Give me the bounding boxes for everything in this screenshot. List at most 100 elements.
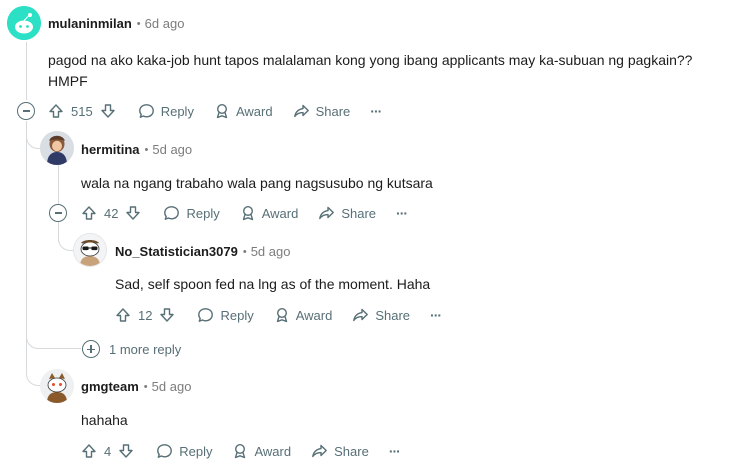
comment-body: pagod na ako kaka-job hunt tapos malalam… <box>48 52 693 89</box>
downvote-icon[interactable] <box>125 205 141 221</box>
share-label: Share <box>375 307 411 323</box>
reply-button[interactable]: Reply <box>197 307 254 323</box>
reply-bubble-icon <box>198 308 214 322</box>
thread-line-root <box>26 121 27 316</box>
reply-button[interactable]: Reply <box>163 205 220 221</box>
share-arrow-icon <box>293 104 309 118</box>
share-arrow-icon <box>353 308 369 322</box>
reply-button[interactable]: Reply <box>138 103 194 119</box>
avatar[interactable] <box>40 369 74 403</box>
downvote-icon[interactable] <box>118 443 134 459</box>
reply-bubble-icon <box>164 206 180 220</box>
award-button[interactable]: Award <box>274 307 333 323</box>
avatar[interactable] <box>7 6 41 40</box>
vote-count: 4 <box>104 443 112 459</box>
thread-elbow <box>26 330 41 386</box>
author-name[interactable]: gmgteam <box>81 379 139 394</box>
collapse-button[interactable] <box>49 204 67 222</box>
thread-elbow <box>26 130 41 149</box>
timestamp[interactable]: 6d ago <box>145 16 185 31</box>
more-replies-button[interactable]: 1 more reply <box>82 340 181 358</box>
comment-meta: mulaninmilan • 6d ago <box>48 16 184 31</box>
more-options-button[interactable]: ··· <box>370 103 382 119</box>
avatar[interactable] <box>40 131 74 165</box>
meta-separator: • <box>143 380 148 393</box>
timestamp[interactable]: 5d ago <box>251 244 291 259</box>
award-label: Award <box>261 205 299 221</box>
more-options-icon: ··· <box>388 443 401 459</box>
comment-actions: 42 Reply Award Share ··· <box>81 201 427 225</box>
more-options-icon: ··· <box>370 103 382 119</box>
comment-meta: gmgteam • 5d ago <box>81 379 191 394</box>
award-icon <box>242 205 253 221</box>
award-label: Award <box>295 307 333 323</box>
snoo-avatar-icon <box>7 6 41 40</box>
avatar[interactable] <box>73 233 107 267</box>
award-button[interactable]: Award <box>240 205 299 221</box>
share-button[interactable]: Share <box>318 205 376 221</box>
snoo-avatar-icon <box>74 234 106 266</box>
vote-group: 12 <box>115 307 175 323</box>
share-arrow-icon <box>319 206 335 220</box>
reply-label: Reply <box>220 307 254 323</box>
reply-label: Reply <box>179 443 213 459</box>
share-button[interactable]: Share <box>352 307 410 323</box>
downvote-icon[interactable] <box>159 307 175 323</box>
comment-meta: No_Statistician3079 • 5d ago <box>115 244 290 259</box>
collapse-icon <box>22 110 30 112</box>
timestamp[interactable]: 5d ago <box>152 142 192 157</box>
reply-label: Reply <box>160 103 194 119</box>
comment-body: hahaha <box>81 412 128 428</box>
timestamp[interactable]: 5d ago <box>152 379 192 394</box>
award-icon <box>235 443 246 459</box>
thread-line-hermitina <box>58 165 59 205</box>
more-options-icon: ··· <box>396 205 408 221</box>
share-arrow-icon <box>312 444 328 458</box>
snoo-avatar-icon <box>40 369 74 403</box>
vote-group: 515 <box>48 103 116 119</box>
comment-actions: 515 Reply Award Share ··· <box>48 99 401 123</box>
meta-separator: • <box>136 17 141 30</box>
meta-separator: • <box>144 143 149 156</box>
share-label: Share <box>334 443 369 459</box>
comment-actions: 12 Reply Award Share ··· <box>115 303 461 327</box>
thread-line-root <box>26 42 27 100</box>
share-label: Share <box>315 103 351 119</box>
collapse-button[interactable] <box>17 102 35 120</box>
meta-separator: • <box>242 245 247 258</box>
comment-body: Sad, self spoon fed na lng as of the mom… <box>115 276 431 292</box>
expand-icon <box>82 340 100 358</box>
vote-count: 42 <box>104 205 119 221</box>
author-name[interactable]: hermitina <box>81 142 140 157</box>
vote-count: 515 <box>71 103 93 119</box>
award-button[interactable]: Award <box>232 443 291 459</box>
more-options-button[interactable]: ··· <box>430 307 442 323</box>
collapse-icon <box>54 212 62 214</box>
award-icon <box>216 103 228 119</box>
upvote-icon[interactable] <box>81 205 97 221</box>
more-options-button[interactable]: ··· <box>388 443 401 459</box>
share-button[interactable]: Share <box>311 443 369 459</box>
author-name[interactable]: No_Statistician3079 <box>115 244 238 259</box>
upvote-icon[interactable] <box>115 307 131 323</box>
share-button[interactable]: Share <box>293 103 351 119</box>
upvote-icon[interactable] <box>48 103 64 119</box>
comment-meta: hermitina • 5d ago <box>81 142 192 157</box>
more-options-icon: ··· <box>430 307 442 323</box>
downvote-icon[interactable] <box>100 103 116 119</box>
reply-bubble-icon <box>138 104 154 118</box>
award-icon <box>276 307 287 323</box>
more-replies-label: 1 more reply <box>109 341 182 357</box>
more-options-button[interactable]: ··· <box>396 205 408 221</box>
award-button[interactable]: Award <box>214 103 273 119</box>
vote-group: 4 <box>81 443 134 459</box>
author-name[interactable]: mulaninmilan <box>48 16 132 31</box>
award-label: Award <box>254 443 292 459</box>
upvote-icon[interactable] <box>81 443 97 459</box>
reply-label: Reply <box>186 205 220 221</box>
reply-bubble-icon <box>157 444 173 458</box>
user-avatar-icon <box>40 131 74 165</box>
reply-button[interactable]: Reply <box>156 443 212 459</box>
thread-elbow <box>58 232 73 251</box>
vote-group: 42 <box>81 205 141 221</box>
